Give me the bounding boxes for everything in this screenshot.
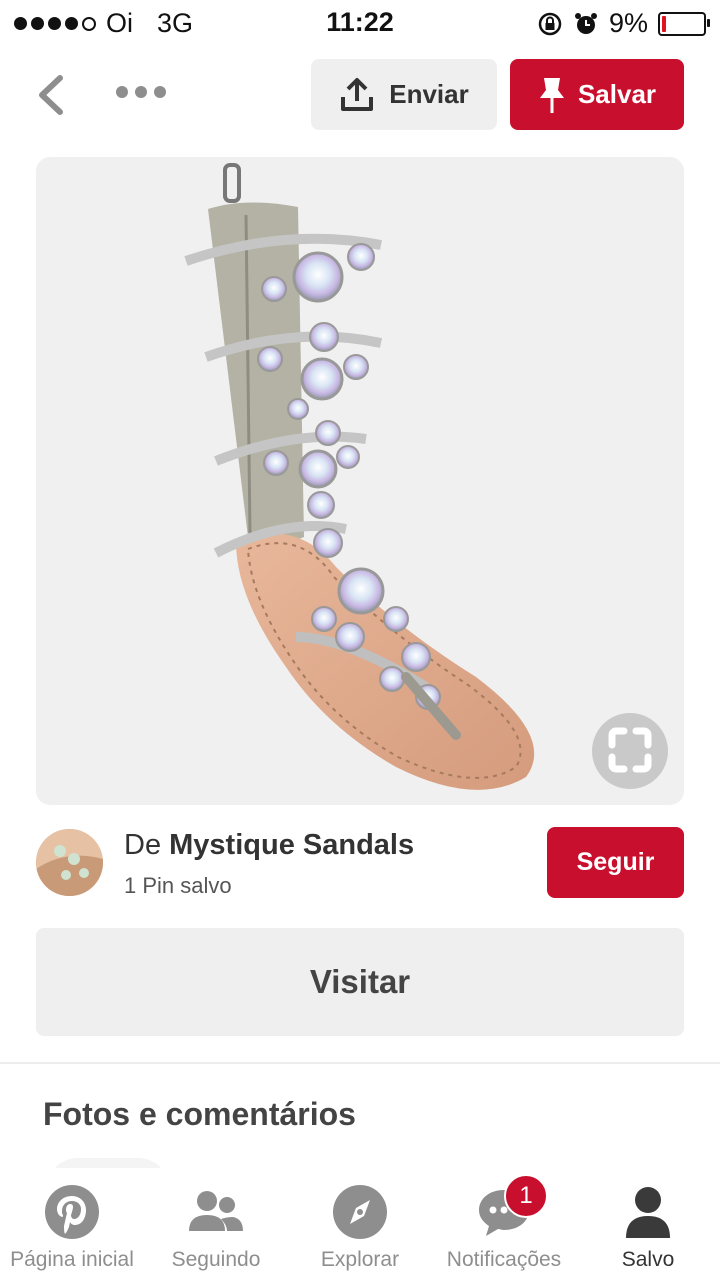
source-attribution: De Mystique Sandals — [124, 829, 414, 862]
pin-image[interactable] — [36, 157, 684, 805]
send-button[interactable]: Enviar — [311, 59, 497, 130]
save-button[interactable]: Salvar — [510, 59, 684, 130]
profile-icon — [626, 1187, 670, 1238]
battery-fill — [662, 15, 666, 32]
chevron-left-icon — [39, 75, 63, 115]
follow-button[interactable]: Seguir — [547, 827, 684, 898]
back-button[interactable] — [30, 70, 74, 120]
avatar-image — [36, 829, 103, 896]
visit-button[interactable]: Visitar — [36, 928, 684, 1036]
tab-notifications[interactable]: 1 Notificações — [432, 1168, 576, 1277]
rotation-lock-icon — [538, 12, 562, 35]
source-name[interactable]: Mystique Sandals — [169, 829, 414, 861]
tab-home[interactable]: Página inicial — [0, 1168, 144, 1277]
status-right: 9% — [537, 8, 710, 39]
source-prefix: De — [124, 829, 162, 861]
pin-icon — [539, 77, 564, 113]
tab-label: Notificações — [446, 1248, 562, 1271]
sandal-image — [184, 163, 535, 790]
people-icon — [189, 1191, 243, 1231]
more-button[interactable] — [116, 86, 166, 98]
tab-label: Página inicial — [10, 1248, 134, 1271]
status-bar: Oi 3G 11:22 9% — [0, 0, 720, 46]
send-label: Enviar — [389, 79, 469, 109]
battery-percent: 9% — [608, 8, 648, 38]
tab-label: Explorar — [320, 1248, 400, 1271]
pinterest-icon — [45, 1185, 99, 1239]
more-icon — [116, 86, 128, 98]
divider — [0, 1062, 720, 1064]
tab-explore[interactable]: Explorar — [288, 1168, 432, 1277]
alarm-icon — [574, 12, 597, 34]
battery-icon — [658, 11, 710, 36]
avatar[interactable] — [36, 829, 103, 896]
tab-label: Salvo — [621, 1248, 675, 1271]
share-icon — [341, 77, 374, 111]
tab-saved[interactable]: Salvo — [576, 1168, 720, 1277]
tab-bar: Página inicial Seguindo Explorar 1 Notif… — [0, 1168, 720, 1277]
visual-search-icon[interactable] — [590, 711, 670, 791]
compass-icon — [333, 1185, 387, 1239]
pin-count: 1 Pin salvo — [124, 873, 232, 898]
save-label: Salvar — [577, 79, 657, 109]
tab-label: Seguindo — [171, 1248, 261, 1271]
section-title: Fotos e comentários — [43, 1096, 356, 1132]
notification-badge: 1 — [504, 1174, 548, 1218]
tab-following[interactable]: Seguindo — [144, 1168, 288, 1277]
